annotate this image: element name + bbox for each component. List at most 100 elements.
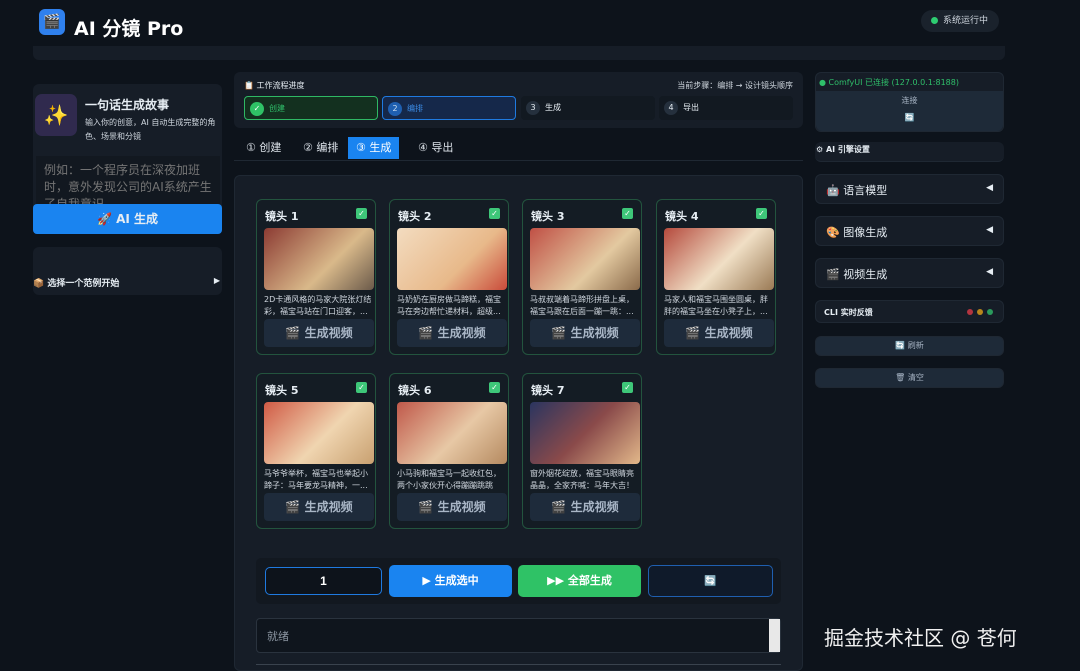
tab-create[interactable]: ① 创建 bbox=[238, 137, 289, 159]
step-export[interactable]: 4导出 bbox=[659, 96, 793, 120]
log-output[interactable]: 就绪 bbox=[256, 618, 781, 653]
shot-label: 镜头 4 bbox=[665, 208, 698, 224]
section-label: 视频生成 bbox=[843, 268, 887, 281]
chevron-left-icon: ◀ bbox=[986, 225, 993, 235]
shot-thumbnail[interactable] bbox=[530, 402, 640, 464]
shot-description: 小马驹和福宝马一起收红包，两个小家伙开心得蹦蹦跳跳 bbox=[397, 468, 507, 492]
shot-description: 窗外烟花绽放，福宝马眼睛亮晶晶，全家齐喊：马年大吉！ bbox=[530, 468, 640, 492]
clapper-icon: 🎬 bbox=[551, 500, 566, 514]
shot-thumbnail[interactable] bbox=[397, 228, 507, 290]
checkbox-checked-icon[interactable]: ✓ bbox=[356, 382, 367, 393]
ai-generate-button[interactable]: 🚀 AI 生成 bbox=[33, 204, 222, 234]
examples-label: 📦 选择一个范例开始 bbox=[33, 276, 119, 289]
clapper-icon: 🎬 bbox=[39, 9, 65, 35]
shot-card[interactable]: 镜头 2 ✓ 马奶奶在厨房做马蹄糕，福宝马在旁边帮忙递材料，超级... 🎬 生成… bbox=[389, 199, 509, 355]
step-label: 创建 bbox=[269, 104, 285, 113]
checkbox-checked-icon[interactable]: ✓ bbox=[756, 208, 767, 219]
divider bbox=[256, 664, 781, 665]
generate-video-button[interactable]: 🎬 生成视频 bbox=[264, 319, 374, 347]
chevron-right-icon: ▶ bbox=[214, 276, 220, 285]
step-create[interactable]: ✓ 创建 bbox=[244, 96, 378, 120]
examples-panel[interactable]: 📦 选择一个范例开始 ▶ bbox=[33, 247, 222, 295]
cli-clear-button[interactable]: 🗑 清空 bbox=[815, 368, 1004, 388]
engine-section[interactable]: 🤖 语言模型◀ bbox=[815, 174, 1004, 204]
shot-thumbnail[interactable] bbox=[664, 228, 774, 290]
generate-video-button[interactable]: 🎬 生成视频 bbox=[530, 319, 640, 347]
step-label: 生成 bbox=[545, 103, 561, 112]
clapper-icon: 🎬 bbox=[285, 326, 300, 340]
generate-video-label: 生成视频 bbox=[438, 326, 486, 340]
shot-card[interactable]: 镜头 5 ✓ 马爷爷举杯，福宝马也举起小蹄子：马年要龙马精神，一... 🎬 生成… bbox=[256, 373, 376, 529]
story-prompt-input[interactable] bbox=[36, 156, 220, 208]
shot-thumbnail[interactable] bbox=[397, 402, 507, 464]
checkbox-checked-icon[interactable]: ✓ bbox=[489, 382, 500, 393]
generate-video-button[interactable]: 🎬 生成视频 bbox=[530, 493, 640, 521]
shot-label: 镜头 5 bbox=[265, 382, 298, 398]
tab-generate[interactable]: ③ 生成 bbox=[348, 137, 399, 159]
generate-all-button[interactable]: ▶▶ 全部生成 bbox=[518, 565, 641, 597]
comfyui-status: ● ComfyUI 已连接 (127.0.0.1:8188) bbox=[819, 77, 959, 88]
checkbox-checked-icon[interactable]: ✓ bbox=[622, 382, 633, 393]
shot-label: 镜头 2 bbox=[398, 208, 431, 224]
step-label: 编排 bbox=[407, 104, 423, 113]
cli-feedback: CLI 实时反馈 bbox=[815, 300, 1004, 323]
comfyui-status-text: ComfyUI 已连接 (127.0.0.1:8188) bbox=[829, 78, 959, 87]
chevron-left-icon: ◀ bbox=[986, 267, 993, 277]
shot-description: 马家人和福宝马围坐圆桌，胖胖的福宝马坐在小凳子上，... bbox=[664, 294, 774, 318]
step-generate[interactable]: 3生成 bbox=[521, 96, 655, 120]
generate-video-label: 生成视频 bbox=[705, 326, 753, 340]
shot-count-input[interactable] bbox=[265, 567, 382, 595]
shot-thumbnail[interactable] bbox=[530, 228, 640, 290]
generate-video-label: 生成视频 bbox=[305, 326, 353, 340]
comfyui-panel: ● ComfyUI 已连接 (127.0.0.1:8188) 连接 🔄 bbox=[815, 72, 1004, 132]
shot-card[interactable]: 镜头 3 ✓ 马叔叔端着马蹄形拼盘上桌，福宝马跟在后面一蹦一跳：... 🎬 生成… bbox=[522, 199, 642, 355]
cli-label: CLI 实时反馈 bbox=[824, 308, 873, 317]
generate-video-button[interactable]: 🎬 生成视频 bbox=[264, 493, 374, 521]
sparkles-icon: ✨ bbox=[35, 94, 77, 136]
hero-title: 一句话生成故事 bbox=[85, 96, 169, 113]
story-panel: ✨ 一句话生成故事 输入你的创意，AI 自动生成完整的角色、场景和分镜 🚀 AI… bbox=[33, 84, 222, 234]
generate-selected-button[interactable]: ▶ 生成选中 bbox=[389, 565, 512, 597]
engine-section[interactable]: 🎨 图像生成 ◀ bbox=[815, 216, 1004, 246]
connect-area: 连接 🔄 bbox=[816, 91, 1003, 131]
clapper-icon: 🎬 bbox=[551, 326, 566, 340]
clapper-icon: 🎬 bbox=[418, 500, 433, 514]
tab-arrange[interactable]: ② 编排 bbox=[295, 137, 346, 159]
step-arrange[interactable]: 2编排 bbox=[382, 96, 516, 120]
shot-card[interactable]: 镜头 4 ✓ 马家人和福宝马围坐圆桌，胖胖的福宝马坐在小凳子上，... 🎬 生成… bbox=[656, 199, 776, 355]
clapper-icon: 🎬 bbox=[285, 500, 300, 514]
checkbox-checked-icon[interactable]: ✓ bbox=[622, 208, 633, 219]
log-scrollbar[interactable] bbox=[769, 619, 780, 652]
tab-export[interactable]: ④ 导出 bbox=[410, 137, 461, 159]
current-step-text: 当前步骤：编排 → 设计镜头顺序 bbox=[677, 80, 793, 91]
connect-button[interactable]: 连接 bbox=[816, 95, 1003, 106]
watermark: 掘金技术社区 @ 苍何 bbox=[824, 622, 1017, 651]
section-label: 图像生成 bbox=[843, 226, 887, 239]
refresh-button[interactable]: 🔄 bbox=[648, 565, 773, 597]
status-text: 系统运行中 bbox=[943, 16, 988, 26]
engine-section[interactable]: 🎬 视频生成◀ bbox=[815, 258, 1004, 288]
shot-card[interactable]: 镜头 1 ✓ 2D卡通风格的马家大院张灯结彩，福宝马站在门口迎客，... 🎬 生… bbox=[256, 199, 376, 355]
chevron-left-icon: ◀ bbox=[986, 183, 993, 193]
generate-video-button[interactable]: 🎬 生成视频 bbox=[397, 319, 507, 347]
step-label: 导出 bbox=[683, 103, 699, 112]
generate-video-label: 生成视频 bbox=[571, 326, 619, 340]
window-dots-icon bbox=[963, 309, 993, 315]
shot-thumbnail[interactable] bbox=[264, 228, 374, 290]
header: 🎬 AI 分镜 Pro 系统运行中 bbox=[0, 0, 1080, 48]
generate-video-button[interactable]: 🎬 生成视频 bbox=[397, 493, 507, 521]
shot-card[interactable]: 镜头 7 ✓ 窗外烟花绽放，福宝马眼睛亮晶晶，全家齐喊：马年大吉！ 🎬 生成视频 bbox=[522, 373, 642, 529]
cli-refresh-button[interactable]: 🔄 刷新 bbox=[815, 336, 1004, 356]
check-icon: ✓ bbox=[250, 102, 264, 116]
generate-video-button[interactable]: 🎬 生成视频 bbox=[664, 319, 774, 347]
shot-label: 镜头 6 bbox=[398, 382, 431, 398]
checkbox-checked-icon[interactable]: ✓ bbox=[356, 208, 367, 219]
section-icon: 🎨 bbox=[826, 226, 840, 239]
shot-thumbnail[interactable] bbox=[264, 402, 374, 464]
hero-desc: 输入你的创意，AI 自动生成完整的角色、场景和分镜 bbox=[85, 116, 220, 144]
refresh-icon[interactable]: 🔄 bbox=[816, 113, 1003, 122]
shot-card[interactable]: 镜头 6 ✓ 小马驹和福宝马一起收红包，两个小家伙开心得蹦蹦跳跳 🎬 生成视频 bbox=[389, 373, 509, 529]
header-strip bbox=[33, 46, 1005, 60]
status-dot-icon bbox=[931, 17, 938, 24]
checkbox-checked-icon[interactable]: ✓ bbox=[489, 208, 500, 219]
